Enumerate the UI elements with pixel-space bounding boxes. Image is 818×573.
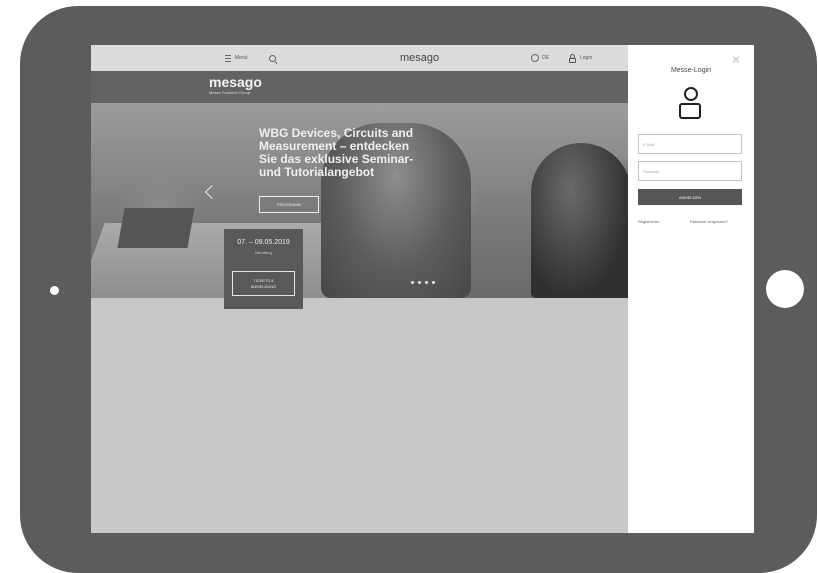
login-panel: Messe-Login E-Mail Passwort ANMELDEN Reg…: [628, 45, 754, 533]
menu-button[interactable]: Menü: [225, 45, 248, 71]
logo-subtitle: Messe Frankfurt Group: [209, 90, 251, 95]
language-label: DE: [542, 55, 549, 61]
event-city: Nürnberg: [255, 250, 272, 255]
hero-slider: WBG Devices, Circuits and Measurement – …: [91, 103, 628, 298]
event-box: 07. – 09.05.2019 Nürnberg TICKETS & ANME…: [224, 229, 303, 309]
tickets-label-line2: ANMELDUNG: [250, 283, 277, 289]
site-logo[interactable]: mesago: [209, 75, 262, 89]
menu-icon: [225, 54, 231, 62]
user-avatar-icon: [679, 87, 701, 121]
login-panel-title: Messe-Login: [670, 67, 712, 74]
top-bar: Menü mesago DE Login: [91, 45, 628, 71]
hero-photo-laptop: [117, 208, 195, 248]
screen: Menü mesago DE Login mesago Messe Frankf…: [91, 45, 754, 533]
slider-dot[interactable]: [432, 281, 435, 284]
tickets-button[interactable]: TICKETS & ANMELDUNG: [232, 271, 295, 296]
menu-label: Menü: [235, 55, 248, 61]
language-switch[interactable]: DE: [531, 45, 549, 71]
close-icon[interactable]: [732, 55, 740, 63]
register-link[interactable]: Registrieren: [638, 219, 660, 224]
chevron-left-icon[interactable]: [204, 184, 220, 200]
password-field[interactable]: Passwort: [638, 161, 742, 181]
main-page: Menü mesago DE Login mesago Messe Frankf…: [91, 45, 628, 533]
slider-dot[interactable]: [418, 281, 421, 284]
forgot-password-link[interactable]: Passwort vergessen?: [690, 219, 728, 224]
globe-icon: [531, 54, 539, 62]
home-button[interactable]: [766, 270, 804, 308]
hero-photo-person-2: [531, 143, 628, 298]
email-field[interactable]: E-Mail: [638, 134, 742, 154]
login-button[interactable]: Login: [569, 45, 592, 71]
hero-title: WBG Devices, Circuits and Measurement – …: [259, 126, 414, 179]
camera-dot: [50, 286, 59, 295]
program-button[interactable]: PROGRAMM: [259, 196, 319, 213]
logo-bar: mesago Messe Frankfurt Group: [91, 71, 628, 103]
top-brand[interactable]: mesago: [400, 45, 439, 71]
login-label: Login: [580, 55, 593, 61]
slider-dot[interactable]: [411, 281, 414, 284]
slider-dots: [411, 281, 435, 284]
search-icon: [269, 54, 276, 62]
search-button[interactable]: [269, 45, 276, 71]
event-date: 07. – 09.05.2019: [237, 239, 290, 246]
submit-login-button[interactable]: ANMELDEN: [638, 189, 742, 205]
user-icon: [569, 54, 576, 63]
slider-dot[interactable]: [425, 281, 428, 284]
